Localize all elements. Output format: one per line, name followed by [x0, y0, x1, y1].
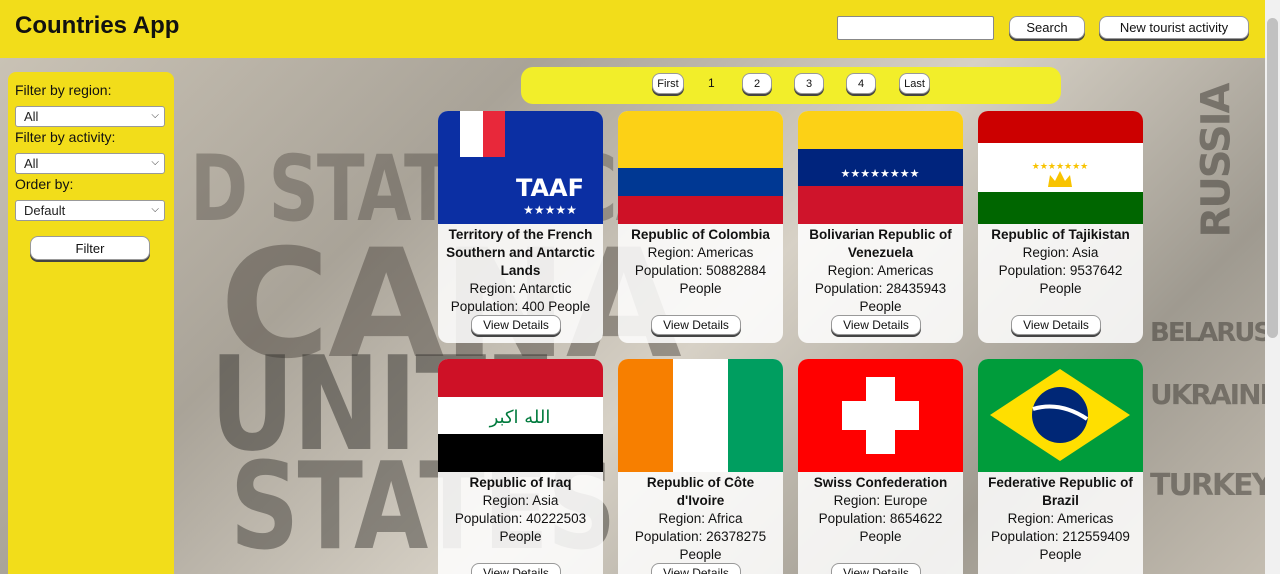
country-card[interactable]: Swiss Confederation Region: Europe Popul…: [798, 359, 963, 574]
flag-switzerland-icon: [798, 359, 963, 472]
country-name: Republic of Iraq: [469, 475, 572, 490]
view-details-button[interactable]: View Details: [471, 563, 561, 574]
country-population: Population: 9537642 People: [998, 263, 1123, 296]
card-info: Republic of Tajikistan Region: Asia Popu…: [982, 226, 1139, 298]
bg-word: RUSSIA: [1193, 84, 1240, 238]
country-region: Region: Asia: [482, 493, 559, 508]
card-info: Republic of Colombia Region: Americas Po…: [622, 226, 779, 298]
activity-filter-label: Filter by activity:: [15, 129, 116, 145]
view-details-button[interactable]: View Details: [651, 563, 741, 574]
card-info: Republic of Côte d'Ivoire Region: Africa…: [622, 474, 779, 564]
country-region: Region: Americas: [1007, 511, 1114, 526]
top-bar: Countries App Search New tourist activit…: [0, 0, 1265, 58]
chevron-down-icon: ⌵: [151, 204, 159, 215]
country-name: Republic of Côte d'Ivoire: [646, 475, 755, 508]
country-card[interactable]: الله اكبر Republic of Iraq Region: Asia …: [438, 359, 603, 574]
country-name: Territory of the French Southern and Ant…: [446, 227, 595, 278]
country-card[interactable]: ★★★★★★★★ Bolivarian Republic of Venezuel…: [798, 111, 963, 343]
svg-text:★★★★★: ★★★★★: [523, 203, 577, 217]
activity-select-value: All: [24, 156, 39, 171]
bg-word: TURKEY: [1150, 468, 1265, 503]
country-region: Region: Europe: [833, 493, 928, 508]
country-name: Republic of Tajikistan: [991, 227, 1130, 242]
filter-button[interactable]: Filter: [30, 236, 150, 260]
card-info: Territory of the French Southern and Ant…: [442, 226, 599, 316]
page-4-button[interactable]: 4: [846, 73, 876, 94]
flag-cote-divoire-icon: [618, 359, 783, 472]
activity-select[interactable]: All ⌵: [15, 153, 165, 174]
flag-french-southern-icon: TAAF ★★★★★: [438, 111, 603, 224]
country-region: Region: Africa: [658, 511, 743, 526]
country-population: Population: 8654622 People: [818, 511, 943, 544]
view-details-button[interactable]: View Details: [471, 315, 561, 335]
country-name: Republic of Colombia: [631, 227, 770, 242]
order-by-label: Order by:: [15, 176, 74, 192]
region-filter-label: Filter by region:: [15, 82, 112, 98]
country-population: Population: 26378275 People: [634, 529, 767, 562]
search-button[interactable]: Search: [1009, 16, 1085, 39]
country-population: Population: 50882884 People: [634, 263, 767, 296]
new-tourist-activity-button[interactable]: New tourist activity: [1099, 16, 1249, 39]
pagination: First 1 2 3 4 Last: [521, 67, 1061, 104]
first-page-button[interactable]: First: [652, 73, 684, 94]
flag-iraq-icon: الله اكبر: [438, 359, 603, 472]
flag-brazil-icon: [978, 359, 1143, 472]
scrollbar-thumb[interactable]: [1267, 18, 1278, 338]
country-region: Region: Americas: [647, 245, 754, 260]
bg-word: BELARUS: [1150, 318, 1265, 348]
view-details-button[interactable]: View Details: [1011, 315, 1101, 335]
view-details-button[interactable]: View Details: [831, 563, 921, 574]
page-scrollbar[interactable]: [1265, 0, 1280, 574]
card-info: Bolivarian Republic of Venezuela Region:…: [802, 226, 959, 316]
chevron-down-icon: ⌵: [151, 110, 159, 121]
country-card[interactable]: Republic of Colombia Region: Americas Po…: [618, 111, 783, 343]
country-card[interactable]: TAAF ★★★★★ Territory of the French South…: [438, 111, 603, 343]
country-name: Bolivarian Republic of Venezuela: [809, 227, 952, 260]
country-population: Population: 212559409 People: [991, 529, 1130, 562]
card-info: Republic of Iraq Region: Asia Population…: [442, 474, 599, 546]
svg-text:★★★★★★★★: ★★★★★★★★: [841, 167, 920, 180]
region-select[interactable]: All ⌵: [15, 106, 165, 127]
order-select-value: Default: [24, 203, 66, 218]
bg-word: UKRAINE: [1150, 378, 1265, 411]
current-page: 1: [708, 76, 715, 90]
country-population: Population: 28435943 People: [814, 281, 947, 314]
country-population: Population: 400 People: [450, 299, 591, 314]
country-region: Region: Antarctic: [469, 281, 572, 296]
country-card[interactable]: ★★★★★★★ Republic of Tajikistan Region: A…: [978, 111, 1143, 343]
country-region: Region: Asia: [1022, 245, 1099, 260]
country-card[interactable]: Federative Republic of Brazil Region: Am…: [978, 359, 1143, 574]
flag-venezuela-icon: ★★★★★★★★: [798, 111, 963, 224]
country-name: Swiss Confederation: [813, 475, 948, 490]
svg-text:★★★★★★★: ★★★★★★★: [1032, 162, 1088, 172]
region-select-value: All: [24, 109, 39, 124]
last-page-button[interactable]: Last: [899, 73, 930, 94]
search-input[interactable]: [837, 16, 994, 40]
page-3-button[interactable]: 3: [794, 73, 824, 94]
filter-sidebar: Filter by region: All ⌵ Filter by activi…: [8, 72, 174, 574]
page-2-button[interactable]: 2: [742, 73, 772, 94]
app-title: Countries App: [15, 12, 180, 39]
card-info: Swiss Confederation Region: Europe Popul…: [802, 474, 959, 546]
svg-text:TAAF: TAAF: [516, 174, 584, 202]
view-details-button[interactable]: View Details: [831, 315, 921, 335]
country-region: Region: Americas: [827, 263, 934, 278]
order-select[interactable]: Default ⌵: [15, 200, 165, 221]
flag-tajikistan-icon: ★★★★★★★: [978, 111, 1143, 224]
card-info: Federative Republic of Brazil Region: Am…: [982, 474, 1139, 564]
country-population: Population: 40222503 People: [454, 511, 587, 544]
country-card[interactable]: Republic of Côte d'Ivoire Region: Africa…: [618, 359, 783, 574]
flag-colombia-icon: [618, 111, 783, 224]
svg-text:الله اكبر: الله اكبر: [489, 407, 551, 428]
view-details-button[interactable]: View Details: [651, 315, 741, 335]
chevron-down-icon: ⌵: [151, 157, 159, 168]
country-name: Federative Republic of Brazil: [988, 475, 1133, 508]
